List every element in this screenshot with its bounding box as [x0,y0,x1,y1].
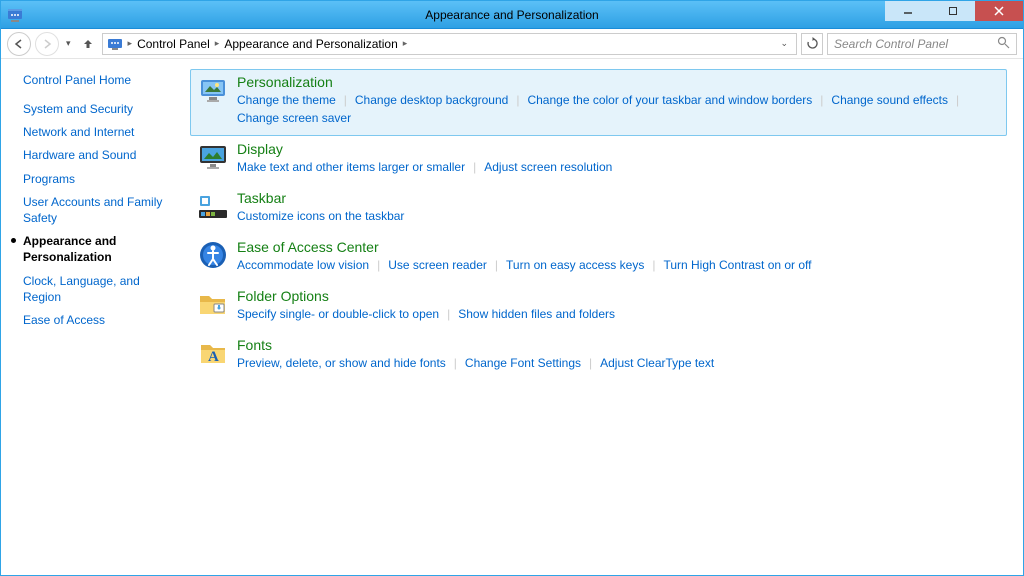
category-row: Folder OptionsSpecify single- or double-… [190,283,1007,332]
sidebar-item[interactable]: Clock, Language, and Region [23,273,178,305]
category-link[interactable]: Specify single- or double-click to open [237,305,439,323]
close-button[interactable] [975,1,1023,21]
minimize-button[interactable] [885,1,930,21]
svg-text:A: A [208,349,219,365]
category-row: PersonalizationChange the theme|Change d… [190,69,1007,136]
display-icon [197,141,229,173]
link-separator: | [465,158,484,176]
sidebar-item[interactable]: User Accounts and Family Safety [23,194,178,226]
category-link[interactable]: Turn High Contrast on or off [663,256,811,274]
sidebar-item[interactable]: System and Security [23,101,178,117]
control-panel-icon [7,7,23,23]
history-dropdown[interactable]: ▾ [63,38,74,49]
category-links: Customize icons on the taskbar [237,207,1000,225]
category-body: FontsPreview, delete, or show and hide f… [237,337,1000,372]
chevron-right-icon[interactable]: ▸ [125,38,136,49]
personalization-icon [197,74,229,106]
category-links: Change the theme|Change desktop backgrou… [237,91,1000,127]
category-title[interactable]: Display [237,141,283,157]
category-body: TaskbarCustomize icons on the taskbar [237,190,1000,225]
category-link[interactable]: Turn on easy access keys [506,256,644,274]
category-link[interactable]: Customize icons on the taskbar [237,207,404,225]
maximize-button[interactable] [930,1,975,21]
category-links: Make text and other items larger or smal… [237,158,1000,176]
forward-button[interactable] [35,32,59,56]
category-title[interactable]: Folder Options [237,288,329,304]
category-link[interactable]: Adjust ClearType text [600,354,714,372]
category-link[interactable]: Change the color of your taskbar and win… [527,91,812,109]
category-link[interactable]: Change the theme [237,91,336,109]
control-panel-small-icon [107,36,123,52]
search-icon [997,36,1010,52]
sidebar-item[interactable]: Programs [23,171,178,187]
ease-of-access-icon [197,239,229,271]
link-separator: | [487,256,506,274]
link-separator: | [644,256,663,274]
category-link[interactable]: Make text and other items larger or smal… [237,158,465,176]
category-link[interactable]: Change desktop background [355,91,508,109]
chevron-right-icon[interactable]: ▸ [212,38,223,49]
category-title[interactable]: Ease of Access Center [237,239,379,255]
main-panel: PersonalizationChange the theme|Change d… [186,59,1023,575]
category-row: Ease of Access CenterAccommodate low vis… [190,234,1007,283]
titlebar: Appearance and Personalization [1,1,1023,29]
search-placeholder: Search Control Panel [834,37,997,51]
category-title[interactable]: Fonts [237,337,272,353]
category-links: Specify single- or double-click to open|… [237,305,1000,323]
search-input[interactable]: Search Control Panel [827,33,1017,55]
taskbar-icon [197,190,229,222]
category-link[interactable]: Adjust screen resolution [484,158,612,176]
refresh-button[interactable] [801,33,823,55]
category-links: Preview, delete, or show and hide fonts|… [237,354,1000,372]
content-area: Control Panel Home System and Security Ne… [1,59,1023,575]
category-link[interactable]: Change screen saver [237,109,351,127]
link-separator: | [508,91,527,109]
window-title: Appearance and Personalization [1,8,1023,22]
category-link[interactable]: Preview, delete, or show and hide fonts [237,354,446,372]
sidebar-item[interactable]: Appearance and Personalization [23,233,178,265]
category-row: A FontsPreview, delete, or show and hide … [190,332,1007,381]
category-body: DisplayMake text and other items larger … [237,141,1000,176]
folder-options-icon [197,288,229,320]
category-body: PersonalizationChange the theme|Change d… [237,74,1000,127]
category-link[interactable]: Change Font Settings [465,354,581,372]
category-link[interactable]: Change sound effects [831,91,948,109]
link-separator: | [581,354,600,372]
breadcrumb-dropdown[interactable]: ⌄ [776,38,792,49]
category-link[interactable]: Use screen reader [388,256,487,274]
category-row: DisplayMake text and other items larger … [190,136,1007,185]
breadcrumb-item[interactable]: Control Panel [137,37,210,51]
up-button[interactable] [78,34,98,54]
category-body: Ease of Access CenterAccommodate low vis… [237,239,1000,274]
sidebar-item[interactable]: Ease of Access [23,312,178,328]
link-separator: | [336,91,355,109]
sidebar-item[interactable]: Hardware and Sound [23,147,178,163]
category-row: TaskbarCustomize icons on the taskbar [190,185,1007,234]
link-separator: | [369,256,388,274]
fonts-icon: A [197,337,229,369]
sidebar-item[interactable]: Network and Internet [23,124,178,140]
category-link[interactable]: Accommodate low vision [237,256,369,274]
sidebar: Control Panel Home System and Security Ne… [1,59,186,575]
address-bar: ▾ ▸ Control Panel ▸ Appearance and Perso… [1,29,1023,59]
link-separator: | [948,91,967,109]
chevron-right-icon[interactable]: ▸ [400,38,411,49]
category-links: Accommodate low vision|Use screen reader… [237,256,1000,274]
category-title[interactable]: Taskbar [237,190,286,206]
breadcrumb-bar[interactable]: ▸ Control Panel ▸ Appearance and Persona… [102,33,797,55]
link-separator: | [439,305,458,323]
category-link[interactable]: Show hidden files and folders [458,305,615,323]
control-panel-home-link[interactable]: Control Panel Home [23,73,178,87]
back-button[interactable] [7,32,31,56]
category-body: Folder OptionsSpecify single- or double-… [237,288,1000,323]
link-separator: | [446,354,465,372]
link-separator: | [812,91,831,109]
category-title[interactable]: Personalization [237,74,333,90]
breadcrumb-item[interactable]: Appearance and Personalization [224,37,397,51]
window-controls [885,1,1023,21]
